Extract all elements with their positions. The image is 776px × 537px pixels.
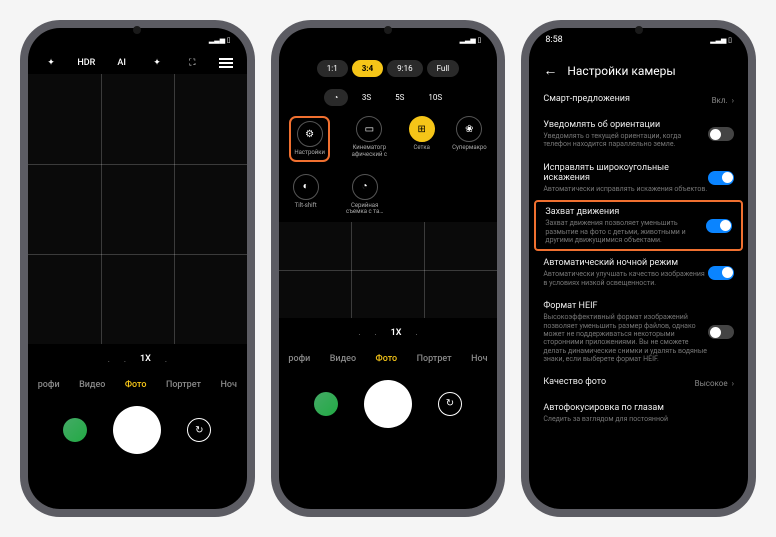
aspect-ratio-row: 1:1 3:4 9:16 Full xyxy=(279,52,498,81)
mode-video[interactable]: Видео xyxy=(330,354,356,364)
cinematic-option[interactable]: ▭ Кинематогр афический с xyxy=(347,116,391,162)
mode-night[interactable]: Ноч xyxy=(220,380,236,390)
flash-toggle[interactable]: ✦ xyxy=(42,58,60,68)
viewfinder[interactable] xyxy=(28,74,247,344)
switch-camera-icon[interactable]: ↻ xyxy=(187,418,211,442)
heif-toggle[interactable] xyxy=(708,325,734,339)
grid-icon: ⊞ xyxy=(409,116,435,142)
timer-3s[interactable]: 3S xyxy=(352,89,381,106)
aspect-3-4[interactable]: 3:4 xyxy=(352,60,383,77)
zoom-1x[interactable]: 1X xyxy=(391,328,402,338)
setting-motion-capture: Захват движения Захват движения позволяе… xyxy=(534,200,743,251)
status-time: 8:58 xyxy=(545,35,562,45)
shutter-button[interactable] xyxy=(364,380,412,428)
timer-5s[interactable]: 5S xyxy=(385,89,414,106)
timer-row: ◔ 3S 5S 10S xyxy=(279,81,498,110)
cinematic-icon: ▭ xyxy=(356,116,382,142)
distortion-toggle[interactable] xyxy=(708,171,734,185)
mode-pro[interactable]: рофи xyxy=(38,380,60,390)
orientation-toggle[interactable] xyxy=(708,127,734,141)
mode-night[interactable]: Ноч xyxy=(471,354,487,364)
setting-quality[interactable]: Качество фото Высокое› xyxy=(529,370,748,396)
gallery-thumbnail[interactable] xyxy=(63,418,87,442)
settings-header: ← Настройки камеры xyxy=(529,52,748,87)
timer-10s[interactable]: 10S xyxy=(418,89,452,106)
zoom-1x[interactable]: 1X xyxy=(140,354,151,364)
motion-capture-toggle[interactable] xyxy=(706,219,732,233)
settings-option[interactable]: ⚙ Настройки xyxy=(294,121,325,157)
back-arrow-icon[interactable]: ← xyxy=(543,62,557,79)
tiltshift-icon: ◐ xyxy=(293,174,319,200)
mode-photo[interactable]: Фото xyxy=(376,354,398,364)
camera-toolbar: ✦ HDR AI ✦ ⛶ xyxy=(28,52,247,74)
tiltshift-option[interactable]: ◐ Tilt-shift xyxy=(293,174,319,216)
viewfinder[interactable] xyxy=(279,222,498,318)
gallery-thumbnail[interactable] xyxy=(314,392,338,416)
menu-icon[interactable] xyxy=(219,58,233,68)
mode-selector[interactable]: рофи Видео Фото Портрет Ноч xyxy=(279,348,498,370)
burst-icon: ◔ xyxy=(352,174,378,200)
setting-night-mode: Автоматический ночной режим Автоматическ… xyxy=(529,251,748,294)
timer-icon[interactable]: ◔ xyxy=(324,89,348,106)
shutter-button[interactable] xyxy=(113,406,161,454)
setting-orientation: Уведомлять об ориентации Уведомлять о те… xyxy=(529,113,748,156)
aspect-full[interactable]: Full xyxy=(427,60,460,77)
filter-toggle[interactable]: ✦ xyxy=(148,58,166,68)
setting-heif: Формат HEIF Высокоэффективный формат изо… xyxy=(529,294,748,370)
zoom-selector[interactable]: . . 1X . xyxy=(28,344,247,374)
setting-autofocus: Автофокусировка по глазам Следить за взг… xyxy=(529,396,748,430)
page-title: Настройки камеры xyxy=(567,64,675,78)
mode-portrait[interactable]: Портрет xyxy=(417,354,452,364)
aspect-9-16[interactable]: 9:16 xyxy=(387,60,422,77)
mode-selector[interactable]: рофи Видео Фото Портрет Ноч xyxy=(28,374,247,396)
setting-smart-suggestions[interactable]: Смарт-предложения Вкл.› xyxy=(529,87,748,113)
burst-option[interactable]: ◔ Серийная съемка с та… xyxy=(343,174,387,216)
supermacro-option[interactable]: ❀ Супермакро xyxy=(452,116,487,162)
mode-photo[interactable]: Фото xyxy=(125,380,147,390)
hdr-toggle[interactable]: HDR xyxy=(77,58,95,68)
night-mode-toggle[interactable] xyxy=(708,266,734,280)
scan-toggle[interactable]: ⛶ xyxy=(183,58,201,68)
mode-portrait[interactable]: Портрет xyxy=(166,380,201,390)
mode-video[interactable]: Видео xyxy=(79,380,105,390)
options-row-1: ⚙ Настройки ▭ Кинематогр афический с ⊞ С… xyxy=(279,110,498,168)
gear-icon: ⚙ xyxy=(297,121,323,147)
switch-camera-icon[interactable]: ↻ xyxy=(438,392,462,416)
ai-toggle[interactable]: AI xyxy=(113,58,131,68)
mode-pro[interactable]: рофи xyxy=(288,354,310,364)
options-row-2: ◐ Tilt-shift ◔ Серийная съемка с та… xyxy=(279,168,498,222)
grid-option[interactable]: ⊞ Сетка xyxy=(409,116,435,162)
aspect-1-1[interactable]: 1:1 xyxy=(317,60,348,77)
zoom-selector[interactable]: .. 1X . xyxy=(279,318,498,348)
macro-icon: ❀ xyxy=(456,116,482,142)
setting-distortion: Исправлять широкоугольные искажения Авто… xyxy=(529,156,748,200)
